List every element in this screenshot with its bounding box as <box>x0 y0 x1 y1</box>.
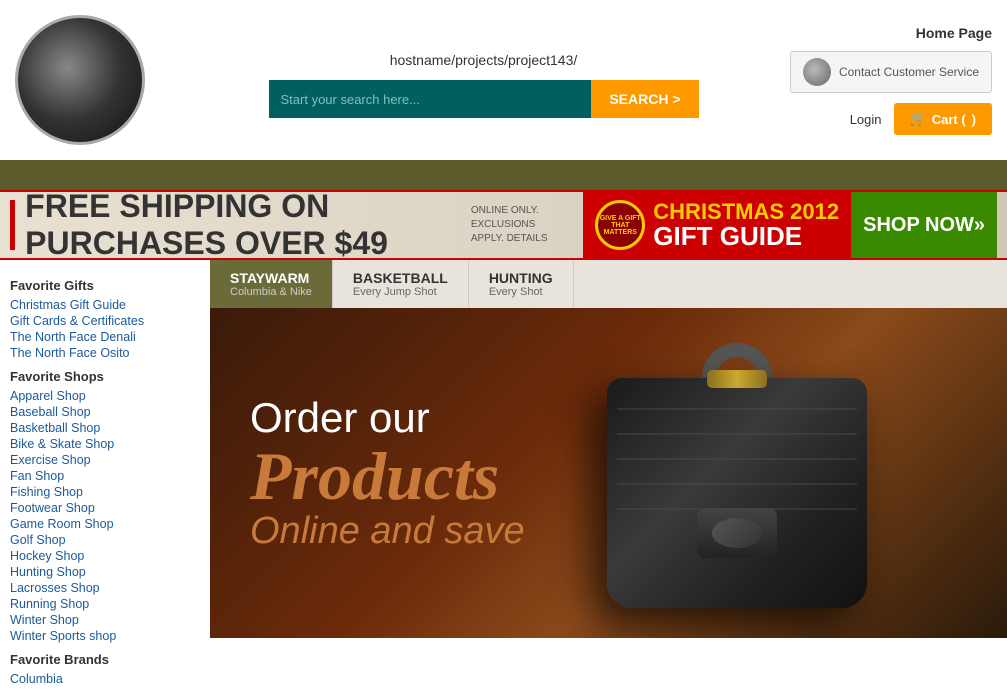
login-cart-area: Login 🛒 Cart ( ) <box>850 103 992 135</box>
sidebar-link[interactable]: Winter Shop <box>10 612 200 628</box>
sidebar-link[interactable]: Baseball Shop <box>10 404 200 420</box>
tab-hunting-sub: Every Shot <box>489 286 553 298</box>
tab-staywarm-title: STAYWARM <box>230 270 312 286</box>
main-content: Favorite Gifts Christmas Gift Guide Gift… <box>0 260 1007 697</box>
sidebar-link[interactable]: Fishing Shop <box>10 484 200 500</box>
hero-line1: Order our <box>250 394 525 442</box>
avatar-icon <box>803 58 831 86</box>
free-shipping-text: FREE SHIPPING ON PURCHASES OVER $49 <box>25 190 461 260</box>
hero-bag-image <box>607 328 907 628</box>
cart-label: Cart ( <box>932 112 966 127</box>
header: hostname/projects/project143/ SEARCH > H… <box>0 0 1007 160</box>
tab-bar: STAYWARM Columbia & Nike BASKETBALL Ever… <box>210 260 1007 308</box>
sidebar: Favorite Gifts Christmas Gift Guide Gift… <box>0 260 210 697</box>
tab-hunting-title: HUNTING <box>489 270 553 286</box>
logo-area <box>15 15 185 145</box>
christmas-info: CHRISTMAS 2012 GIFT GUIDE <box>653 201 839 249</box>
search-bar: SEARCH > <box>269 80 699 118</box>
sidebar-link-winter-sports[interactable]: Winter Sports shop <box>10 628 200 644</box>
sidebar-link-columbia[interactable]: Columbia <box>10 671 200 687</box>
home-page-link[interactable]: Home Page <box>916 25 992 41</box>
sidebar-link[interactable]: Lacrosses Shop <box>10 580 200 596</box>
nav-bar <box>0 160 1007 190</box>
tab-basketball-sub: Every Jump Shot <box>353 286 448 298</box>
hero-text: Order our Products Online and save <box>250 394 525 553</box>
sidebar-link[interactable]: Bike & Skate Shop <box>10 436 200 452</box>
sidebar-link[interactable]: The North Face Denali <box>10 329 200 345</box>
favorite-gifts-title: Favorite Gifts <box>10 278 200 293</box>
search-input[interactable] <box>269 80 592 118</box>
gift-guide-banner: GIVE A GIFT THAT MATTERS CHRISTMAS 2012 … <box>583 190 851 260</box>
sidebar-link[interactable]: Gift Cards & Certificates <box>10 313 200 329</box>
cart-icon-small: 🛒 <box>910 111 926 127</box>
sidebar-link[interactable]: Hunting Shop <box>10 564 200 580</box>
tab-basketball[interactable]: BASKETBALL Every Jump Shot <box>333 260 469 308</box>
contact-button[interactable]: Contact Customer Service <box>790 51 992 93</box>
favorite-shops-title: Favorite Shops <box>10 369 200 384</box>
contact-label: Contact Customer Service <box>839 65 979 79</box>
shop-now-button[interactable]: SHOP NOW» <box>851 190 997 260</box>
tab-hunting[interactable]: HUNTING Every Shot <box>469 260 574 308</box>
banner-red-stripe <box>10 200 15 250</box>
center-area: hostname/projects/project143/ SEARCH > <box>185 42 782 118</box>
content-area: STAYWARM Columbia & Nike BASKETBALL Ever… <box>210 260 1007 697</box>
hero-line3: Online and save <box>250 510 525 553</box>
logo-image <box>15 15 145 145</box>
tab-staywarm-sub: Columbia & Nike <box>230 286 312 298</box>
sidebar-link[interactable]: Apparel Shop <box>10 388 200 404</box>
sidebar-link[interactable]: Running Shop <box>10 596 200 612</box>
sidebar-link[interactable]: The North Face Osito <box>10 345 200 361</box>
online-only-text: ONLINE ONLY. EXCLUSIONS APPLY. DETAILS <box>471 204 563 246</box>
sidebar-link[interactable]: Footwear Shop <box>10 500 200 516</box>
hero-section: Order our Products Online and save <box>210 308 1007 638</box>
login-link[interactable]: Login <box>850 112 882 127</box>
christmas-year: CHRISTMAS 2012 <box>653 201 839 223</box>
sidebar-link[interactable]: Christmas Gift Guide <box>10 297 200 313</box>
tab-staywarm[interactable]: STAYWARM Columbia & Nike <box>210 260 333 308</box>
cart-button[interactable]: 🛒 Cart ( ) <box>894 103 992 135</box>
sidebar-link[interactable]: Basketball Shop <box>10 420 200 436</box>
sidebar-link[interactable]: Game Room Shop <box>10 516 200 532</box>
hero-line2: Products <box>250 442 525 510</box>
search-button[interactable]: SEARCH > <box>591 80 698 118</box>
url-text: hostname/projects/project143/ <box>390 52 578 68</box>
sidebar-link[interactable]: Exercise Shop <box>10 452 200 468</box>
promo-banner: FREE SHIPPING ON PURCHASES OVER $49 ONLI… <box>0 190 1007 260</box>
sidebar-link-golf[interactable]: Golf Shop <box>10 532 200 548</box>
sidebar-link[interactable]: Hockey Shop <box>10 548 200 564</box>
sidebar-link[interactable]: Fan Shop <box>10 468 200 484</box>
gift-guide-label: GIFT GUIDE <box>653 223 839 249</box>
tab-basketball-title: BASKETBALL <box>353 270 448 286</box>
gift-circle: GIVE A GIFT THAT MATTERS <box>595 200 645 250</box>
right-area: Home Page Contact Customer Service Login… <box>782 25 992 135</box>
